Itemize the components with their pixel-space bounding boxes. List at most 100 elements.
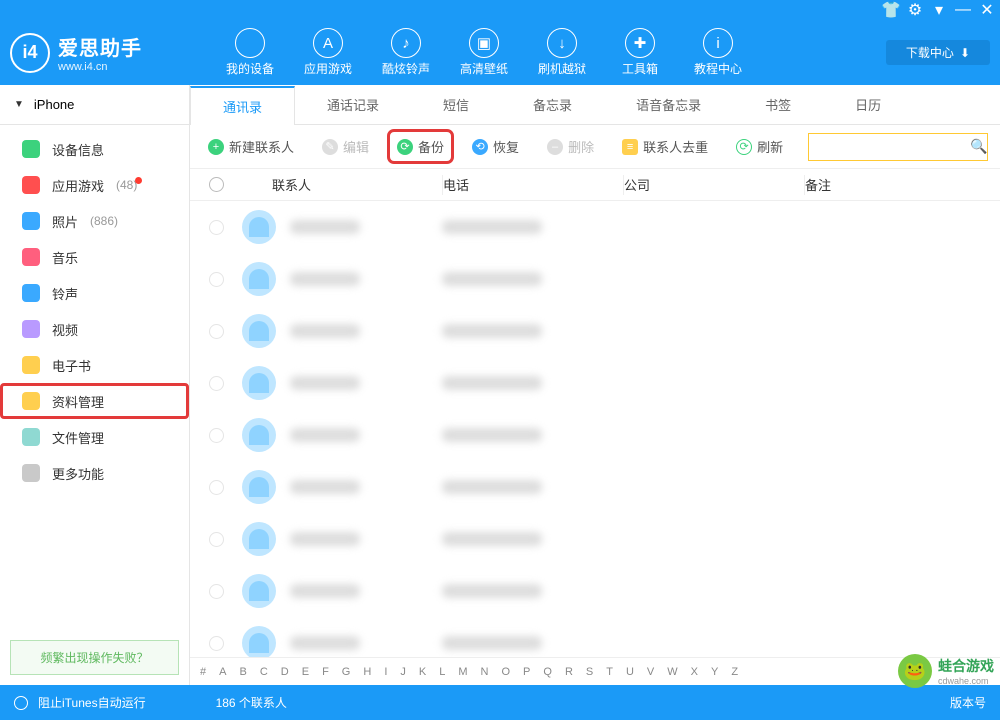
status-block-itunes[interactable]: 阻止iTunes自动运行 (38, 694, 146, 711)
alpha-O[interactable]: O (501, 666, 510, 678)
tab-6[interactable]: 日历 (823, 85, 913, 124)
top-nav-6[interactable]: i教程中心 (683, 28, 753, 77)
tab-5[interactable]: 书签 (733, 85, 823, 124)
tab-4[interactable]: 语音备忘录 (604, 85, 733, 124)
sidebar-item-1[interactable]: 应用游戏 (48) (0, 167, 189, 203)
alpha-C[interactable]: C (260, 666, 268, 678)
search-icon[interactable]: 🔍 (970, 138, 987, 155)
alpha-P[interactable]: P (523, 666, 530, 678)
tshirt-icon[interactable]: 👕 (884, 3, 898, 17)
restore-button[interactable]: ⟲ 恢复 (466, 133, 525, 160)
alpha-Z[interactable]: Z (731, 666, 738, 678)
alpha-N[interactable]: N (481, 666, 489, 678)
alpha-Q[interactable]: Q (543, 666, 552, 678)
alpha-E[interactable]: E (302, 666, 309, 678)
alpha-J[interactable]: J (400, 666, 406, 678)
top-nav-0[interactable]: 我的设备 (215, 28, 285, 77)
alpha-#[interactable]: # (200, 666, 206, 678)
alpha-F[interactable]: F (322, 666, 329, 678)
search-input[interactable] (815, 140, 970, 154)
row-checkbox[interactable] (209, 584, 224, 599)
sidebar-icon (22, 284, 40, 302)
avatar (242, 366, 276, 400)
top-nav-5[interactable]: ✚工具箱 (605, 28, 675, 77)
refresh-button[interactable]: ⟳ 刷新 (730, 133, 789, 160)
tab-2[interactable]: 短信 (411, 85, 501, 124)
alpha-U[interactable]: U (626, 666, 634, 678)
table-row[interactable] (190, 253, 1000, 305)
alpha-H[interactable]: H (363, 666, 371, 678)
column-phone[interactable]: 电话 (443, 175, 623, 194)
top-nav-4[interactable]: ↓刷机越狱 (527, 28, 597, 77)
download-center-button[interactable]: 下载中心 ⬇ (886, 40, 990, 65)
close-icon[interactable]: ✕ (980, 3, 994, 17)
sidebar-item-6[interactable]: 电子书 (0, 347, 189, 383)
top-nav-1[interactable]: A应用游戏 (293, 28, 363, 77)
row-checkbox[interactable] (209, 376, 224, 391)
alpha-D[interactable]: D (281, 666, 289, 678)
alpha-I[interactable]: I (384, 666, 387, 678)
alpha-B[interactable]: B (239, 666, 246, 678)
alpha-V[interactable]: V (647, 666, 654, 678)
row-checkbox[interactable] (209, 272, 224, 287)
alpha-K[interactable]: K (419, 666, 426, 678)
row-checkbox[interactable] (209, 220, 224, 235)
sidebar-item-0[interactable]: 设备信息 (0, 131, 189, 167)
row-checkbox[interactable] (209, 428, 224, 443)
alpha-Y[interactable]: Y (711, 666, 718, 678)
sidebar-item-9[interactable]: 更多功能 (0, 455, 189, 491)
alpha-R[interactable]: R (565, 666, 573, 678)
alpha-L[interactable]: L (439, 666, 445, 678)
search-box[interactable]: 🔍 (808, 133, 988, 161)
alpha-W[interactable]: W (667, 666, 677, 678)
table-row[interactable] (190, 513, 1000, 565)
sidebar-item-7[interactable]: 资料管理 (0, 383, 189, 419)
sidebar-item-3[interactable]: 音乐 (0, 239, 189, 275)
alpha-G[interactable]: G (342, 666, 351, 678)
sidebar-item-5[interactable]: 视频 (0, 311, 189, 347)
dropdown-icon[interactable]: ▾ (932, 3, 946, 17)
column-company[interactable]: 公司 (624, 175, 804, 194)
table-row[interactable] (190, 357, 1000, 409)
tab-1[interactable]: 通话记录 (295, 85, 411, 124)
pencil-icon: ✎ (322, 139, 338, 155)
table-row[interactable] (190, 565, 1000, 617)
delete-button[interactable]: – 删除 (541, 133, 600, 160)
top-nav-2[interactable]: ♪酷炫铃声 (371, 28, 441, 77)
column-note[interactable]: 备注 (805, 175, 1000, 194)
sidebar-item-2[interactable]: 照片 (886) (0, 203, 189, 239)
row-checkbox[interactable] (209, 636, 224, 651)
device-selector[interactable]: ▼ iPhone (0, 85, 189, 125)
alpha-X[interactable]: X (691, 666, 698, 678)
row-checkbox[interactable] (209, 532, 224, 547)
backup-button[interactable]: ⟳ 备份 (391, 133, 450, 160)
table-row[interactable] (190, 409, 1000, 461)
table-row[interactable] (190, 201, 1000, 253)
sidebar: ▼ iPhone 设备信息应用游戏 (48)照片 (886)音乐铃声视频电子书资… (0, 85, 190, 685)
table-row[interactable] (190, 461, 1000, 513)
tab-0[interactable]: 通讯录 (190, 86, 295, 125)
contact-phone-redacted (442, 480, 542, 494)
help-link[interactable]: 频繁出现操作失败？ (10, 640, 179, 675)
alpha-A[interactable]: A (219, 666, 226, 678)
alpha-M[interactable]: M (458, 666, 467, 678)
alpha-T[interactable]: T (606, 666, 613, 678)
sidebar-item-4[interactable]: 铃声 (0, 275, 189, 311)
new-contact-button[interactable]: + 新建联系人 (202, 133, 300, 160)
settings-gear-icon[interactable]: ⚙ (908, 3, 922, 17)
contact-phone-redacted (442, 272, 542, 286)
select-all-checkbox[interactable] (209, 177, 224, 192)
row-checkbox[interactable] (209, 324, 224, 339)
tab-3[interactable]: 备忘录 (501, 85, 604, 124)
column-contact[interactable]: 联系人 (242, 175, 442, 194)
table-row[interactable] (190, 617, 1000, 657)
top-nav-3[interactable]: ▣高清壁纸 (449, 28, 519, 77)
row-checkbox[interactable] (209, 480, 224, 495)
status-toggle-icon[interactable] (14, 696, 28, 710)
edit-button[interactable]: ✎ 编辑 (316, 133, 375, 160)
table-row[interactable] (190, 305, 1000, 357)
alpha-S[interactable]: S (586, 666, 593, 678)
minimize-icon[interactable]: — (956, 3, 970, 17)
sidebar-item-8[interactable]: 文件管理 (0, 419, 189, 455)
dedupe-button[interactable]: ≡ 联系人去重 (616, 133, 714, 160)
